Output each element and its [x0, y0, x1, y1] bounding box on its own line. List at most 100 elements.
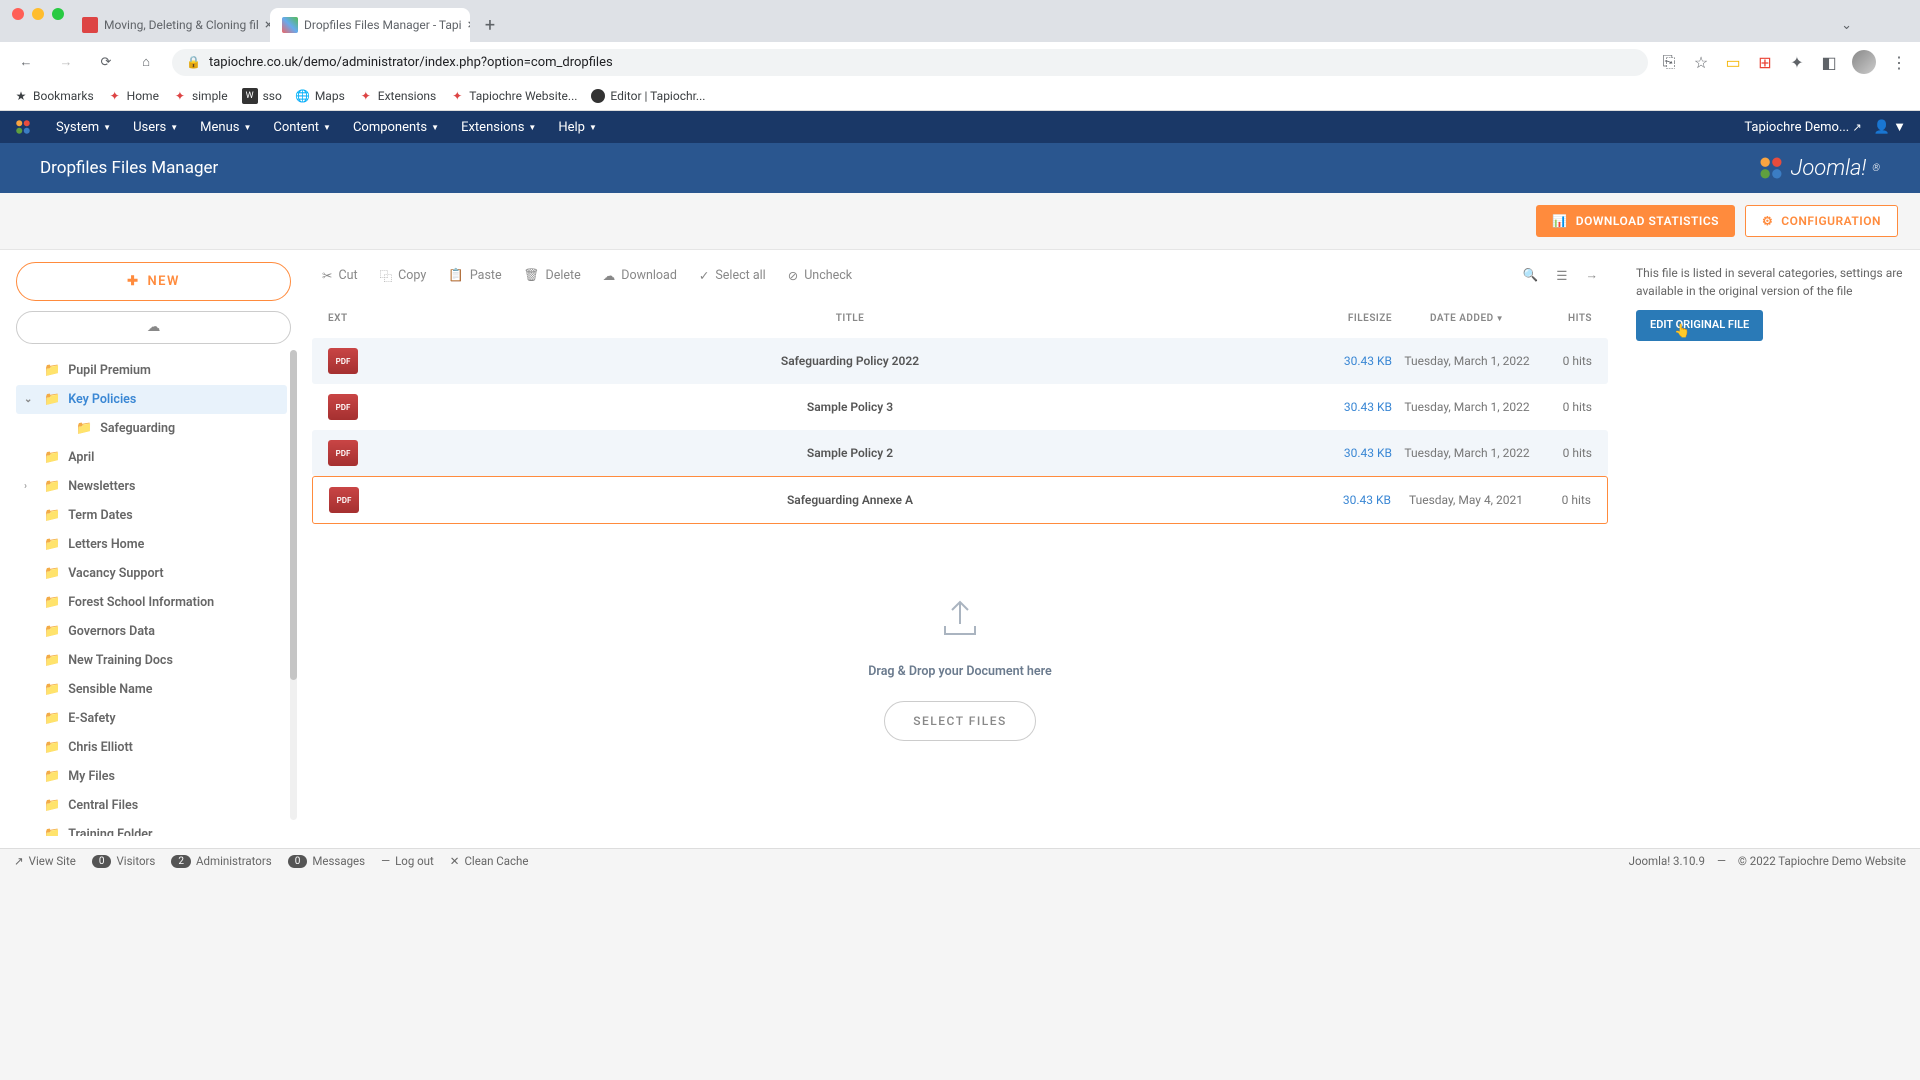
- url-input[interactable]: 🔒 tapiochre.co.uk/demo/administrator/ind…: [172, 49, 1648, 76]
- folder-item[interactable]: 📁Governors Data: [16, 617, 287, 646]
- table-row[interactable]: PDF Safeguarding Annexe A 30.43 KB Tuesd…: [312, 476, 1608, 524]
- folder-icon: 📁: [76, 421, 92, 436]
- expand-icon[interactable]: →: [1586, 268, 1599, 283]
- site-name-link[interactable]: Tapiochre Demo... ↗: [1744, 120, 1861, 135]
- messages-count[interactable]: 0Messages: [288, 854, 365, 868]
- bookmark-item[interactable]: Editor | Tapiochr...: [591, 89, 705, 103]
- table-row[interactable]: PDF Sample Policy 3 30.43 KB Tuesday, Ma…: [312, 384, 1608, 430]
- browser-tab-inactive[interactable]: Moving, Deleting & Cloning fil ×: [70, 8, 270, 42]
- folder-item[interactable]: 📁April: [16, 443, 287, 472]
- menu-menus[interactable]: Menus▼: [190, 113, 261, 142]
- select-all-button[interactable]: ✓Select all: [699, 268, 766, 284]
- folder-item[interactable]: 📁Pupil Premium: [16, 356, 287, 385]
- folder-icon: 📁: [44, 450, 60, 465]
- folder-item[interactable]: 📁Training Folder: [16, 820, 287, 836]
- action-bar: 📊 DOWNLOAD STATISTICS ⚙ CONFIGURATION: [0, 193, 1920, 250]
- edit-original-file-button[interactable]: EDIT ORIGINAL FILE 👆: [1636, 310, 1763, 341]
- folder-item[interactable]: 📁Letters Home: [16, 530, 287, 559]
- folder-item[interactable]: 📁Vacancy Support: [16, 559, 287, 588]
- external-link-icon: ↗: [1852, 121, 1861, 134]
- new-tab-button[interactable]: +: [476, 11, 504, 39]
- paste-button[interactable]: 📋Paste: [448, 268, 501, 283]
- delete-button[interactable]: 🗑Delete: [524, 268, 581, 283]
- extension-icon[interactable]: ▭: [1724, 53, 1742, 71]
- sidepanel-icon[interactable]: ◧: [1820, 53, 1838, 71]
- select-files-button[interactable]: SELECT FILES: [884, 701, 1036, 741]
- install-icon[interactable]: ⎘: [1660, 53, 1678, 71]
- profile-avatar[interactable]: [1852, 50, 1876, 74]
- folder-item[interactable]: 📁My Files: [16, 762, 287, 791]
- menu-components[interactable]: Components▼: [343, 113, 449, 142]
- download-statistics-button[interactable]: 📊 DOWNLOAD STATISTICS: [1536, 205, 1735, 237]
- folder-item[interactable]: 📁Term Dates: [16, 501, 287, 530]
- folder-item[interactable]: 📁E-Safety: [16, 704, 287, 733]
- browser-tab-active[interactable]: Dropfiles Files Manager - Tapi ×: [270, 8, 470, 42]
- sidebar-scrollbar[interactable]: [290, 350, 297, 820]
- folder-label: Letters Home: [68, 537, 144, 552]
- view-site-link[interactable]: ↗View Site: [14, 854, 76, 868]
- copy-button[interactable]: ⿻Copy: [380, 266, 427, 285]
- col-ext[interactable]: EXT: [328, 313, 398, 324]
- menu-content[interactable]: Content▼: [263, 113, 341, 142]
- window-close-button[interactable]: [12, 8, 24, 20]
- file-title: Sample Policy 2: [398, 446, 1302, 460]
- info-message: This file is listed in several categorie…: [1636, 264, 1904, 300]
- window-minimize-button[interactable]: [32, 8, 44, 20]
- folder-item[interactable]: ›📁Newsletters: [16, 472, 287, 501]
- menu-users[interactable]: Users▼: [123, 113, 188, 142]
- logout-link[interactable]: —Log out: [381, 854, 434, 868]
- folder-item[interactable]: 📁Safeguarding: [16, 414, 287, 443]
- filter-icon[interactable]: ☰: [1556, 268, 1567, 284]
- col-date-added[interactable]: DATE ADDED▼: [1392, 313, 1542, 324]
- extensions-puzzle-icon[interactable]: ✦: [1788, 53, 1806, 71]
- table-row[interactable]: PDF Sample Policy 2 30.43 KB Tuesday, Ma…: [312, 430, 1608, 476]
- col-title[interactable]: TITLE: [398, 313, 1302, 324]
- folder-item[interactable]: 📁Forest School Information: [16, 588, 287, 617]
- admins-count[interactable]: 2Administrators: [171, 854, 271, 868]
- folder-item[interactable]: 📁Sensible Name: [16, 675, 287, 704]
- configuration-button[interactable]: ⚙ CONFIGURATION: [1745, 205, 1898, 237]
- bookmark-item[interactable]: ✦Tapiochre Website...: [450, 89, 577, 103]
- home-button[interactable]: ⌂: [132, 48, 160, 76]
- menu-help[interactable]: Help▼: [548, 113, 607, 142]
- cloud-button[interactable]: ☁: [16, 311, 291, 344]
- visitors-count[interactable]: 0Visitors: [92, 854, 156, 868]
- col-filesize[interactable]: FILESIZE: [1302, 313, 1392, 324]
- bookmark-item[interactable]: ★Bookmarks: [14, 89, 94, 103]
- separator: —: [1717, 854, 1726, 868]
- bookmark-item[interactable]: ✦Home: [108, 89, 159, 103]
- cut-button[interactable]: ✂Cut: [322, 268, 358, 284]
- bookmark-item[interactable]: Wsso: [242, 88, 282, 104]
- bookmark-item[interactable]: ✦simple: [173, 89, 228, 103]
- folder-icon: 📁: [44, 798, 60, 813]
- table-row[interactable]: PDF Safeguarding Policy 2022 30.43 KB Tu…: [312, 338, 1608, 384]
- dropzone[interactable]: Drag & Drop your Document here SELECT FI…: [312, 564, 1608, 771]
- menu-dots-icon[interactable]: ⋮: [1890, 53, 1908, 71]
- window-maximize-button[interactable]: [52, 8, 64, 20]
- clean-cache-link[interactable]: ✕Clean Cache: [450, 854, 529, 868]
- menu-extensions[interactable]: Extensions▼: [451, 113, 546, 142]
- folder-item[interactable]: 📁Central Files: [16, 791, 287, 820]
- new-button[interactable]: ✚ NEW: [16, 262, 291, 301]
- folder-item[interactable]: ⌄📁Key Policies: [16, 385, 287, 414]
- reload-button[interactable]: ⟳: [92, 48, 120, 76]
- uncheck-button[interactable]: ⊘Uncheck: [788, 268, 852, 284]
- joomla-version: Joomla! 3.10.9: [1629, 854, 1705, 868]
- chevron-icon: ›: [24, 481, 36, 492]
- col-hits[interactable]: HITS: [1542, 313, 1592, 324]
- tab-close-icon[interactable]: ×: [468, 17, 470, 33]
- bookmark-item[interactable]: ✦Extensions: [359, 89, 436, 103]
- bookmark-star-icon[interactable]: ☆: [1692, 53, 1710, 71]
- tab-overflow-button[interactable]: ⌄: [1833, 14, 1860, 37]
- bookmark-item[interactable]: 🌐Maps: [296, 89, 345, 103]
- back-button[interactable]: ←: [12, 48, 40, 76]
- extension-icon-2[interactable]: ⊞: [1756, 53, 1774, 71]
- search-icon[interactable]: 🔍: [1523, 268, 1539, 283]
- folder-item[interactable]: 📁New Training Docs: [16, 646, 287, 675]
- user-menu[interactable]: 👤 ▼: [1874, 119, 1906, 135]
- folder-item[interactable]: 📁Chris Elliott: [16, 733, 287, 762]
- menu-system[interactable]: System▼: [46, 113, 121, 142]
- forward-button[interactable]: →: [52, 48, 80, 76]
- file-table: EXT TITLE FILESIZE DATE ADDED▼ HITS PDF …: [312, 299, 1608, 524]
- download-button[interactable]: ☁Download: [603, 268, 677, 284]
